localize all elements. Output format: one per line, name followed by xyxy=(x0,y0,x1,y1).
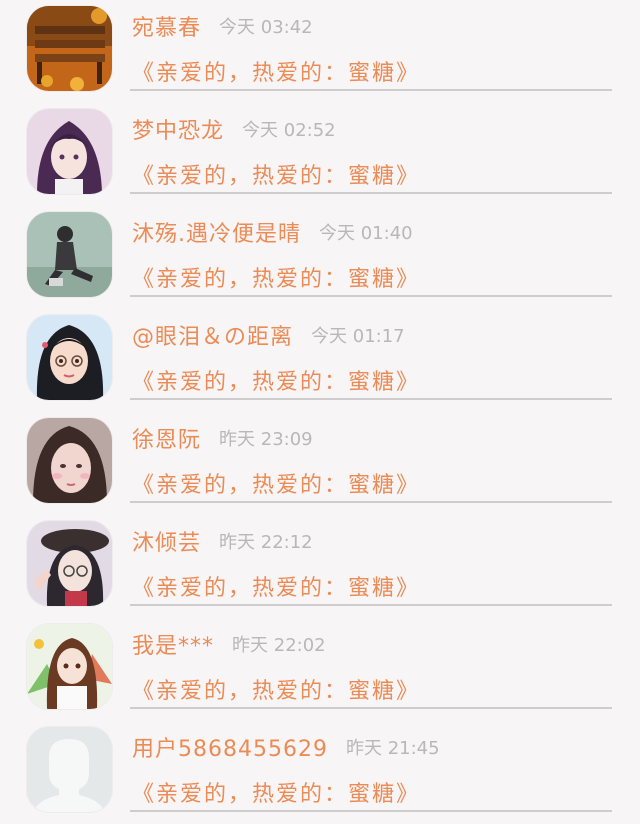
selfie-avatar-icon xyxy=(27,418,112,503)
sender-name: @眼泪＆の距离 xyxy=(132,325,294,350)
message-row[interactable]: 梦中恐龙 今天 02:52 《亲爱的，热爱的：蜜糖》 xyxy=(0,103,640,206)
message-preview: 《亲爱的，热爱的：蜜糖》 xyxy=(132,267,421,292)
sender-name: 沐倾芸 xyxy=(132,531,202,556)
timestamp: 昨天 23:09 xyxy=(219,429,313,450)
divider xyxy=(130,501,612,503)
message-row[interactable]: @眼泪＆の距离 今天 01:17 《亲爱的，热爱的：蜜糖》 xyxy=(0,309,640,412)
sender-name: 梦中恐龙 xyxy=(132,119,225,144)
timestamp: 今天 01:17 xyxy=(311,326,405,347)
timestamp: 今天 01:40 xyxy=(319,223,413,244)
divider xyxy=(130,810,612,812)
timestamp: 昨天 22:02 xyxy=(232,635,326,656)
cartoon-avatar-icon xyxy=(27,315,112,400)
avatar[interactable] xyxy=(27,521,112,606)
divider xyxy=(130,398,612,400)
avatar[interactable] xyxy=(27,109,112,194)
anime-avatar-icon xyxy=(27,109,112,194)
sender-name: 我是*** xyxy=(132,634,215,659)
divider xyxy=(130,707,612,709)
sender-name: 沐殇.遇冷便是晴 xyxy=(132,222,301,247)
message-row[interactable]: 用户5868455629 昨天 21:45 《亲爱的，热爱的：蜜糖》 xyxy=(0,721,640,824)
divider xyxy=(130,192,612,194)
message-row[interactable]: 沐殇.遇冷便是晴 今天 01:40 《亲爱的，热爱的：蜜糖》 xyxy=(0,206,640,309)
divider xyxy=(130,295,612,297)
timestamp: 今天 02:52 xyxy=(242,120,336,141)
message-row[interactable]: 沐倾芸 昨天 22:12 《亲爱的，热爱的：蜜糖》 xyxy=(0,515,640,618)
message-preview: 《亲爱的，热爱的：蜜糖》 xyxy=(132,61,421,86)
default-avatar-icon xyxy=(27,727,112,812)
avatar[interactable] xyxy=(27,418,112,503)
avatar[interactable] xyxy=(27,624,112,709)
message-preview: 《亲爱的，热爱的：蜜糖》 xyxy=(132,576,421,601)
sender-name: 用户5868455629 xyxy=(132,737,328,762)
avatar[interactable] xyxy=(27,6,112,91)
avatar[interactable] xyxy=(27,727,112,812)
message-preview: 《亲爱的，热爱的：蜜糖》 xyxy=(132,782,421,807)
message-preview: 《亲爱的，热爱的：蜜糖》 xyxy=(132,164,421,189)
avatar[interactable] xyxy=(27,212,112,297)
timestamp: 昨天 21:45 xyxy=(345,738,440,759)
message-preview: 《亲爱的，热爱的：蜜糖》 xyxy=(132,370,421,395)
sender-name: 徐恩阮 xyxy=(132,428,202,453)
anime-avatar-icon xyxy=(27,624,112,709)
bench-avatar-icon xyxy=(27,6,112,91)
message-preview: 《亲爱的，热爱的：蜜糖》 xyxy=(132,679,421,704)
divider xyxy=(130,604,612,606)
avatar[interactable] xyxy=(27,315,112,400)
photo-avatar-icon xyxy=(27,212,112,297)
sender-name: 宛慕春 xyxy=(132,16,202,41)
message-row[interactable]: 我是*** 昨天 22:02 《亲爱的，热爱的：蜜糖》 xyxy=(0,618,640,721)
message-row[interactable]: 徐恩阮 昨天 23:09 《亲爱的，热爱的：蜜糖》 xyxy=(0,412,640,515)
message-preview: 《亲爱的，热爱的：蜜糖》 xyxy=(132,473,421,498)
divider xyxy=(130,89,612,91)
message-row[interactable]: 宛慕春 今天 03:42 《亲爱的，热爱的：蜜糖》 xyxy=(0,0,640,103)
timestamp: 今天 03:42 xyxy=(219,17,313,38)
anime-avatar-icon xyxy=(27,521,112,606)
timestamp: 昨天 22:12 xyxy=(219,532,313,553)
message-list: 宛慕春 今天 03:42 《亲爱的，热爱的：蜜糖》 梦中恐龙 今天 02:52 … xyxy=(0,0,640,813)
